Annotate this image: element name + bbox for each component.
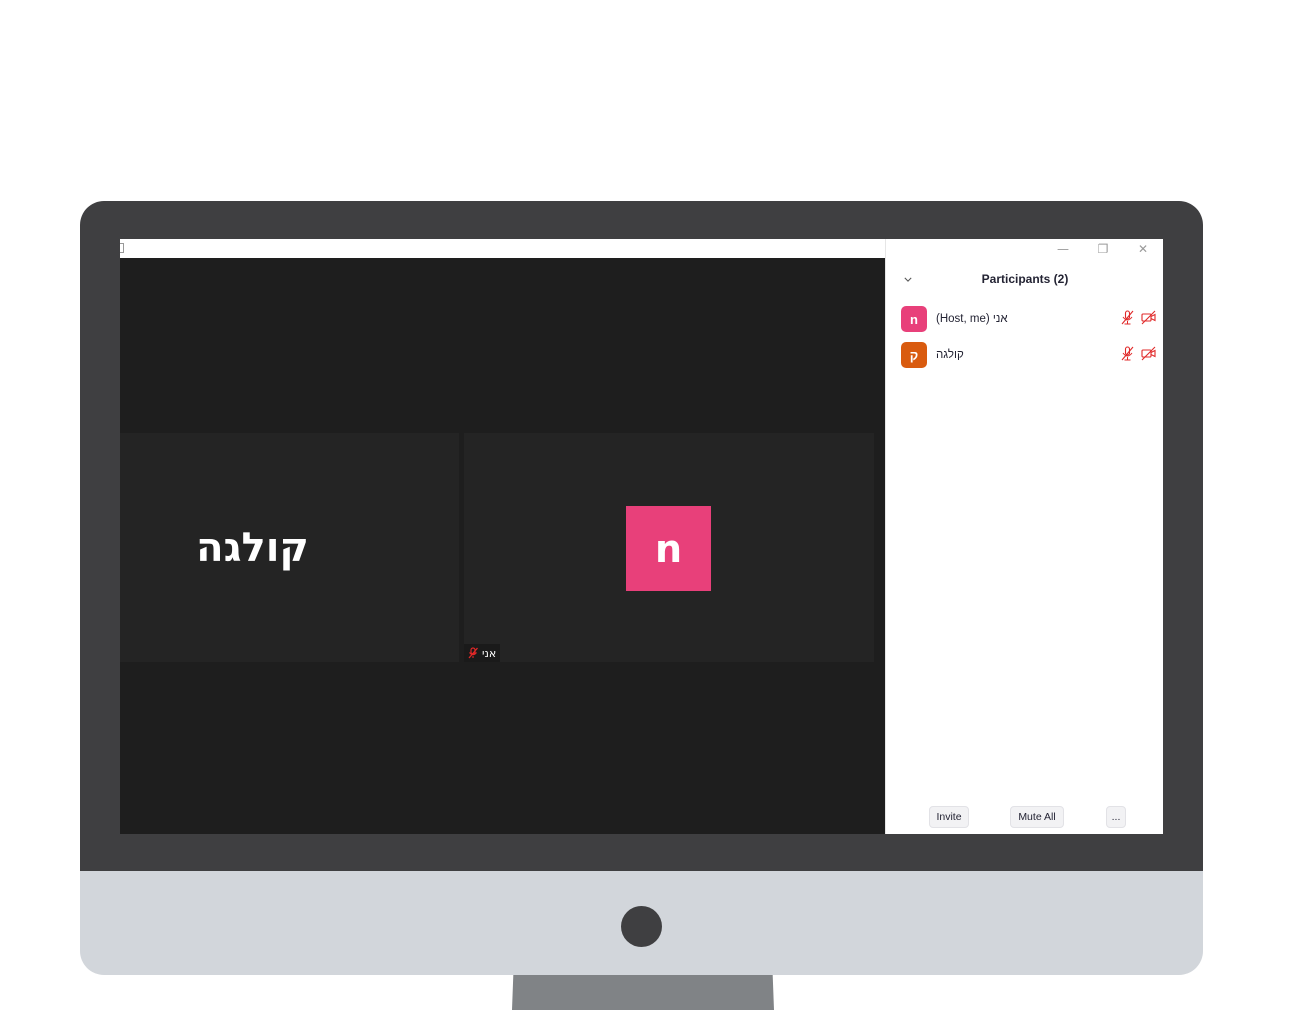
mic-muted-icon[interactable] [1120,310,1135,325]
monitor-stand [512,975,774,1010]
panel-title: Participants (2) [981,272,1069,286]
video-tile-self[interactable]: n אני [464,433,874,662]
meeting-titlebar [120,239,885,258]
screen: קולגה n אני — ❐ ✕ Participants (2) n אני… [120,239,1163,834]
avatar: ק [901,342,927,368]
tile-name-label: אני [464,644,501,662]
mic-muted-icon[interactable] [1120,346,1135,361]
video-gallery: קולגה n אני [120,258,885,834]
participant-status-icons [1120,346,1156,361]
video-tile-colleague[interactable]: קולגה [120,433,459,662]
panel-footer: Invite Mute All ... [886,806,1163,828]
video-off-icon[interactable] [1141,310,1156,325]
mute-all-button[interactable]: Mute All [1010,806,1064,828]
close-icon[interactable]: ✕ [1123,239,1163,258]
participant-name: אני (Host, me) [936,313,1008,325]
participant-name: קולגה [936,349,964,361]
avatar: n [901,306,927,332]
panel-header: Participants (2) [886,269,1163,289]
titlebar-fragment-icon [120,243,124,253]
participants-panel: — ❐ ✕ Participants (2) n אני (Host, me) [885,239,1163,834]
more-options-button[interactable]: ... [1106,806,1126,828]
participant-row[interactable]: n אני (Host, me) [886,303,1163,339]
invite-button[interactable]: Invite [929,806,969,828]
mic-muted-icon [467,647,479,659]
minimize-icon[interactable]: — [1043,239,1083,258]
restore-icon[interactable]: ❐ [1083,239,1123,258]
window-controls: — ❐ ✕ [1043,239,1163,258]
participant-name-large: קולגה [196,524,309,571]
monitor-logo-dot [621,906,662,947]
participant-row[interactable]: ק קולגה [886,339,1163,375]
video-off-icon[interactable] [1141,346,1156,361]
avatar: n [626,506,711,591]
participant-list: n אני (Host, me) ק קולגה [886,303,1163,375]
participant-status-icons [1120,310,1156,325]
tile-name-text: אני [482,646,497,660]
